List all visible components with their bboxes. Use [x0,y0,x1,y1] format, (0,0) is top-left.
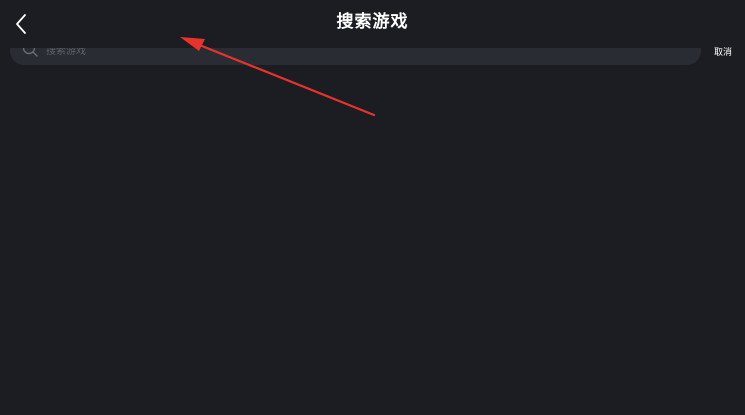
search-results-area [0,70,745,415]
page-title: 搜索游戏 [336,12,409,32]
header: 搜索游戏 [0,0,745,48]
cancel-button[interactable]: 取消 [707,46,739,60]
